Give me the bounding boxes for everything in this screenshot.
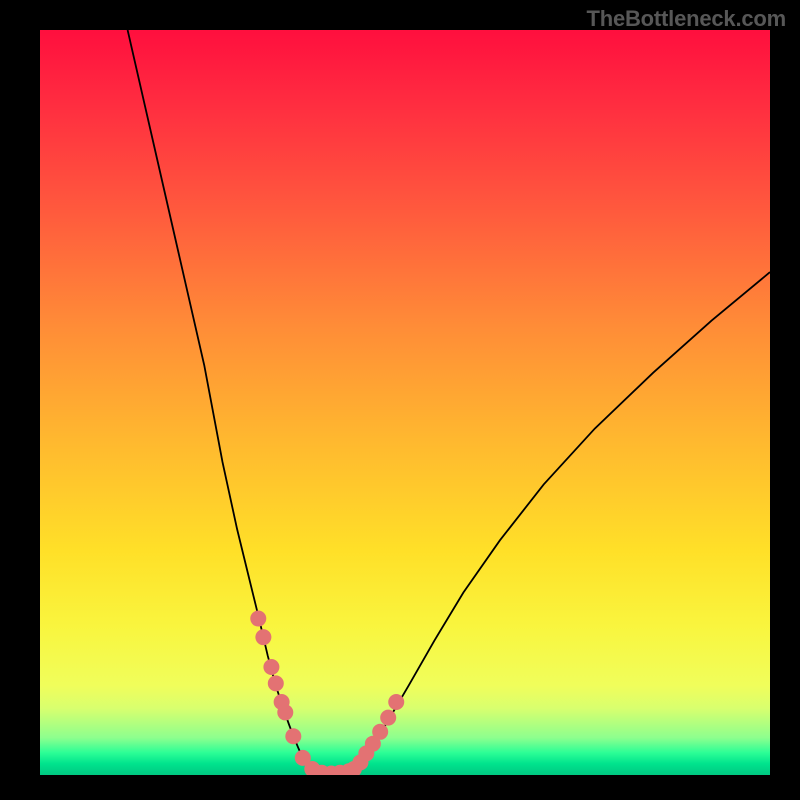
plot-area bbox=[40, 30, 770, 775]
marker-point bbox=[277, 704, 293, 720]
marker-point bbox=[255, 629, 271, 645]
bottleneck-curve bbox=[128, 30, 770, 775]
marker-point bbox=[372, 724, 388, 740]
marker-point bbox=[268, 675, 284, 691]
marker-group bbox=[250, 611, 404, 775]
marker-point bbox=[380, 710, 396, 726]
marker-point bbox=[263, 659, 279, 675]
watermark-text: TheBottleneck.com bbox=[586, 6, 786, 32]
marker-point bbox=[285, 728, 301, 744]
marker-point bbox=[250, 611, 266, 627]
curve-layer bbox=[40, 30, 770, 775]
marker-point bbox=[388, 694, 404, 710]
chart-stage: TheBottleneck.com bbox=[0, 0, 800, 800]
